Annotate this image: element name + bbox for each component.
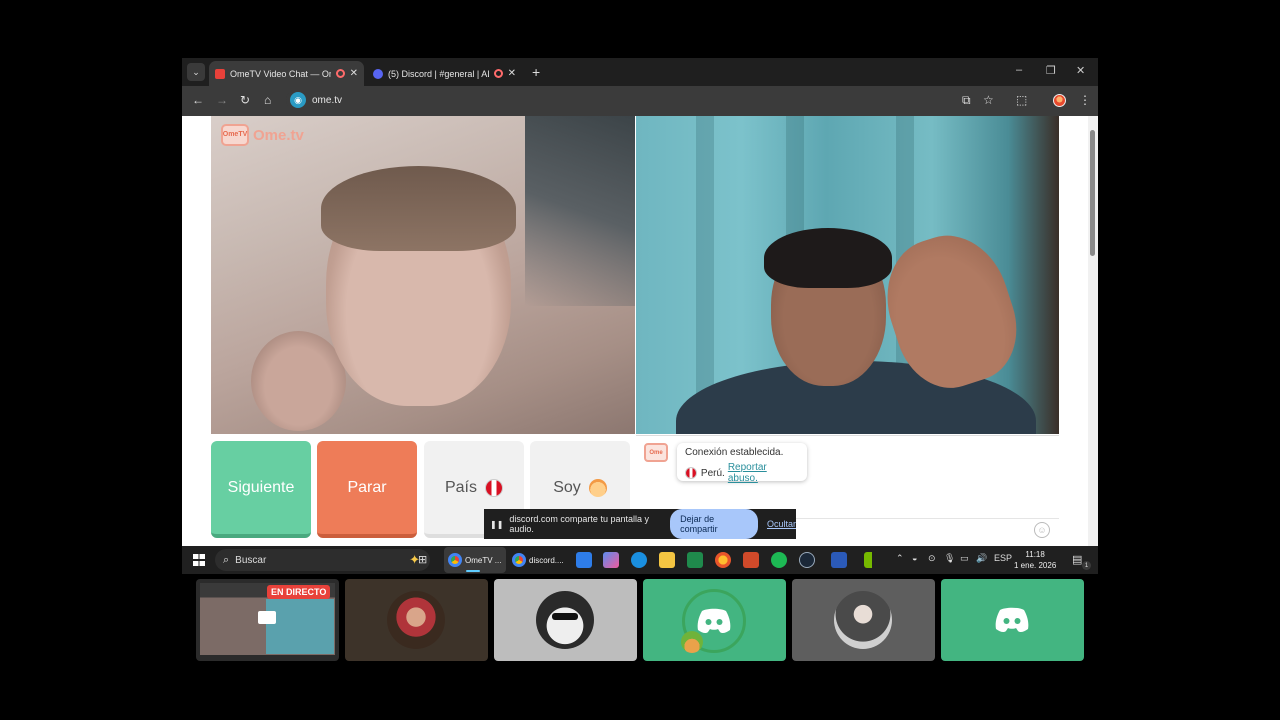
connection-status: Conexión establecida. (685, 447, 784, 458)
taskbar-search[interactable]: ⌕ Buscar ✦ (215, 549, 430, 571)
participant-tile-speaking[interactable] (643, 579, 786, 661)
install-app-icon[interactable]: ⧉ (962, 93, 971, 108)
screen-share-icon (258, 611, 276, 624)
taskbar-app-discord[interactable]: discord.... (508, 547, 568, 573)
taskbar-app-ometv[interactable]: OmeTV ... (444, 547, 506, 573)
chat-message: Conexión establecida. Perú. Reportar abu… (677, 443, 807, 484)
hide-link[interactable]: Ocultar (767, 519, 796, 529)
browser-toolbar: ← → ↻ ⌂ ◉ ome.tv ⧉ ☆ ⬚ ⋮ (182, 86, 1098, 116)
ometv-page: Ome TV Ome.tv Siguiente Parar País Soy O… (182, 116, 1088, 546)
word-icon[interactable] (831, 552, 847, 568)
maximize-button[interactable]: ❐ (1046, 64, 1056, 77)
input-language[interactable]: ESP (994, 553, 1012, 563)
ometv-logo-icon: Ome TV (221, 124, 249, 146)
tab-ometv[interactable]: OmeTV Video Chat — Omegle ✕ (209, 61, 364, 86)
next-button[interactable]: Siguiente (211, 441, 311, 538)
plant-decoration-icon (681, 631, 703, 653)
forward-icon[interactable]: → (216, 93, 228, 107)
participant-tile[interactable] (494, 579, 637, 661)
address-bar[interactable]: ◉ ome.tv (286, 89, 1021, 111)
close-tab-icon[interactable]: ✕ (508, 68, 516, 79)
participant-tile[interactable] (792, 579, 935, 661)
bookmark-star-icon[interactable]: ☆ (983, 93, 994, 107)
stop-button[interactable]: Parar (317, 441, 417, 538)
close-window-button[interactable]: ✕ (1076, 64, 1085, 77)
tab-discord[interactable]: (5) Discord | #general | AL C ✕ (367, 61, 522, 86)
discord-logo-icon (697, 608, 731, 634)
screen-share-bar: ❚❚ discord.com comparte tu pantalla y au… (484, 509, 796, 539)
partner-country: Perú. (700, 467, 725, 479)
back-icon[interactable]: ← (192, 93, 204, 107)
tab-title: (5) Discord | #general | AL C (388, 68, 489, 79)
reload-icon[interactable]: ↻ (240, 93, 250, 107)
extensions-icon[interactable]: ⬚ (1016, 93, 1027, 107)
chrome-icon (448, 553, 462, 567)
close-tab-icon[interactable]: ✕ (350, 68, 358, 79)
steam-icon[interactable] (799, 552, 815, 568)
discord-logo-icon (995, 607, 1029, 633)
share-message: discord.com comparte tu pantalla y audio… (509, 514, 649, 534)
participant-tile-stream[interactable]: EN DIRECTO (196, 579, 339, 661)
tab-search-button[interactable]: ⌄ (187, 63, 205, 81)
tray-overflow-icon[interactable]: ⌃ (896, 553, 904, 564)
search-icon: ⌕ (223, 553, 230, 566)
powerpoint-icon[interactable] (743, 552, 759, 568)
task-view-icon[interactable]: ⊞ (418, 553, 427, 566)
tab-title: OmeTV Video Chat — Omegle (230, 68, 331, 79)
avatar (387, 591, 445, 649)
photos-icon[interactable] (603, 552, 619, 568)
discord-favicon-icon (373, 68, 383, 79)
recording-indicator-icon (335, 69, 345, 78)
tray-app-icon[interactable]: ⊙ (928, 553, 936, 564)
url-text: ome.tv (312, 94, 343, 106)
live-badge: EN DIRECTO (267, 585, 331, 599)
scrollbar-thumb[interactable] (1090, 130, 1095, 256)
volume-icon[interactable]: 🔊 (976, 553, 987, 564)
report-abuse-link[interactable]: Reportar abuso. (728, 462, 799, 484)
remote-video (636, 116, 1059, 434)
spotify-icon[interactable] (771, 552, 787, 568)
avatar (536, 591, 594, 649)
logo-text: Ome.tv (253, 126, 304, 144)
tray-app-icon[interactable]: ◒ (912, 553, 917, 563)
nvidia-icon[interactable] (864, 552, 880, 568)
browser-window: ⌄ OmeTV Video Chat — Omegle ✕ (5) Discor… (182, 58, 1098, 574)
taskbar-clock[interactable]: 11:18 1 ene. 2026 (1014, 549, 1056, 571)
profile-avatar-icon[interactable] (1053, 94, 1066, 107)
participant-tile[interactable] (941, 579, 1084, 661)
display-icon[interactable]: ▭ (960, 553, 969, 564)
recording-indicator-icon (493, 69, 503, 78)
peru-flag-icon (685, 467, 697, 479)
file-explorer-icon[interactable] (659, 552, 675, 568)
notification-count-badge: 1 (1082, 561, 1091, 570)
peru-flag-icon (485, 478, 503, 497)
windows-taskbar: ⌕ Buscar ✦ ⊞ OmeTV ... discord.... ⌃ ◒ ⊙… (182, 546, 1098, 574)
ometv-chat-logo-icon: Ome (644, 443, 668, 462)
home-icon[interactable]: ⌂ (264, 93, 271, 107)
stop-sharing-button[interactable]: Dejar de compartir (670, 509, 758, 539)
excel-icon[interactable] (687, 552, 703, 568)
emoji-picker-icon[interactable]: ☺ (1034, 522, 1050, 538)
ometv-logo[interactable]: Ome TV Ome.tv (221, 124, 304, 146)
dropbox-icon[interactable] (576, 552, 592, 568)
start-menu-icon[interactable] (193, 554, 205, 566)
tab-strip: ⌄ OmeTV Video Chat — Omegle ✕ (5) Discor… (182, 58, 1098, 86)
boy-emoji-icon (588, 478, 607, 497)
new-tab-button[interactable]: + (532, 64, 540, 80)
edge-icon[interactable] (631, 552, 647, 568)
site-info-icon[interactable]: ◉ (290, 92, 306, 108)
chrome-icon (512, 553, 526, 567)
ometv-favicon-icon (215, 68, 225, 79)
avatar (834, 591, 892, 649)
notifications-icon[interactable]: ▤ (1072, 553, 1082, 566)
minimize-button[interactable]: – (1016, 64, 1022, 76)
pause-icon: ❚❚ (490, 519, 504, 529)
menu-kebab-icon[interactable]: ⋮ (1079, 93, 1091, 107)
participant-tile[interactable] (345, 579, 488, 661)
local-video: Ome TV Ome.tv (211, 116, 635, 434)
microphone-icon[interactable]: 🎙 (944, 553, 955, 564)
firefox-icon[interactable] (715, 552, 731, 568)
